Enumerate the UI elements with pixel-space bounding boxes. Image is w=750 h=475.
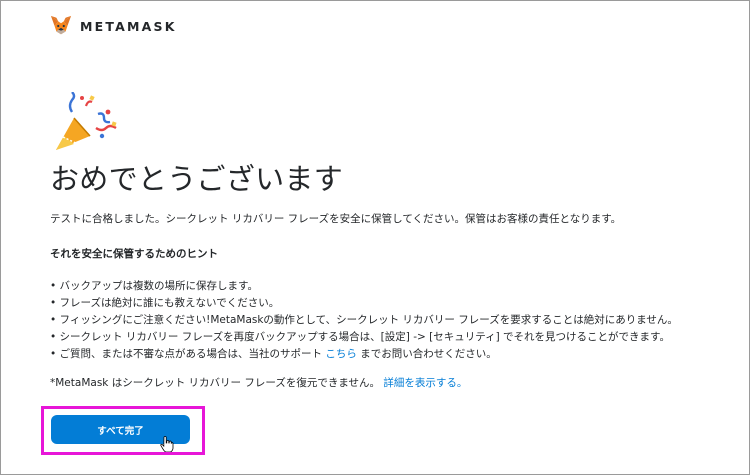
learn-more-link[interactable]: 詳細を表示する。 (383, 377, 467, 389)
list-item: バックアップは複数の場所に保存します。 (50, 278, 678, 295)
tips-list: バックアップは複数の場所に保存します。 フレーズは絶対に誰にも教えないでください… (50, 278, 678, 363)
support-list-item: ご質問、または不審な点がある場合は、当社のサポート こちら までお問い合わせくだ… (50, 346, 678, 363)
note-text: *MetaMask はシークレット リカバリー フレーズを復元できません。 (50, 377, 381, 389)
page-title: おめでとうございます (50, 162, 344, 196)
support-suffix: までお問い合わせください。 (356, 348, 497, 360)
party-popper-icon (56, 92, 117, 150)
hand-pointer-icon (160, 436, 174, 452)
fox-icon (50, 15, 72, 35)
support-link[interactable]: こちら (325, 348, 357, 360)
header: METAMASK (50, 14, 177, 38)
list-item: フィッシングにご注意ください!MetaMaskの動作として、シークレット リカバ… (50, 312, 678, 329)
hint-heading: それを安全に保管するためのヒント (50, 248, 218, 260)
list-item: シークレット リカバリー フレーズを再度バックアップする場合は、[設定] -> … (50, 329, 678, 346)
support-prefix: ご質問、または不審な点がある場合は、当社のサポート (59, 348, 326, 360)
intro-text: テストに合格しました。シークレット リカバリー フレーズを安全に保管してください… (50, 213, 622, 225)
brand-name: METAMASK (80, 18, 177, 34)
restore-note: *MetaMask はシークレット リカバリー フレーズを復元できません。 詳細… (50, 375, 467, 390)
window-frame (0, 0, 750, 475)
list-item: フレーズは絶対に誰にも教えないでください。 (50, 295, 678, 312)
